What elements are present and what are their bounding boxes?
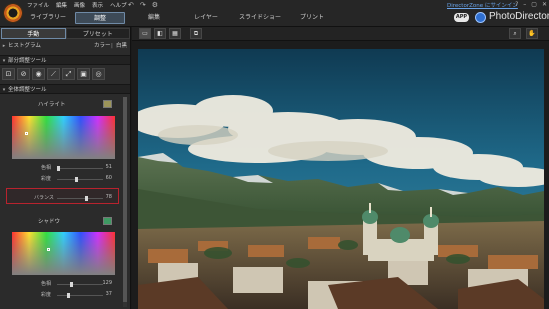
- shadow-color-picker[interactable]: [12, 232, 115, 275]
- balance-label: バランス: [34, 195, 54, 201]
- tab-slideshow[interactable]: スライドショー: [238, 12, 282, 24]
- highlight-hue-handle[interactable]: [57, 166, 60, 171]
- shadow-hue-handle[interactable]: [70, 282, 73, 287]
- collapse-arrow-icon: ▾: [2, 58, 6, 64]
- color-mode-label[interactable]: カラー: [94, 41, 111, 51]
- quick-toolbar: ↶ ↷ ⚙: [128, 0, 158, 9]
- adjustment-panel: 手動 プリセット ▸ ヒストグラム カラー | 白黒 ▾ 部分調整ツール ⊡ ⊘ ◉…: [0, 27, 131, 309]
- highlight-hue-label: 色相: [41, 165, 52, 171]
- scrollbar-thumb[interactable]: [123, 97, 127, 302]
- menu-edit[interactable]: 編集: [56, 1, 67, 9]
- redo-icon[interactable]: ↷: [140, 1, 146, 9]
- highlight-sat-label: 彩度: [41, 176, 52, 182]
- shadow-sat-label: 彩度: [41, 292, 52, 298]
- radial-filter-icon[interactable]: ◎: [92, 68, 105, 80]
- shadow-sat-handle[interactable]: [67, 293, 70, 298]
- expand-arrow-icon: ▸: [2, 43, 6, 49]
- shadow-hue-value: 129: [102, 280, 112, 286]
- minimize-button[interactable]: –: [523, 1, 526, 8]
- hand-icon[interactable]: ✋: [526, 28, 538, 39]
- tab-presets[interactable]: プリセット: [65, 28, 130, 39]
- menu-view[interactable]: 表示: [92, 1, 103, 9]
- highlight-picker-marker[interactable]: [25, 132, 28, 135]
- app-button[interactable]: APP: [454, 13, 469, 22]
- app-logo: [3, 3, 23, 23]
- tab-manual[interactable]: 手動: [1, 28, 66, 39]
- photo-preview[interactable]: [138, 49, 544, 309]
- tab-edit[interactable]: 編集: [139, 12, 169, 24]
- histogram-row[interactable]: ▸ ヒストグラム カラー | 白黒: [0, 41, 130, 51]
- mode-tabs: ライブラリー 調整 編集 レイヤー スライドショー プリント: [27, 12, 427, 24]
- viewer-toolbar: ▭ ◧ ▦ ⧉ ⌕ ✋: [132, 27, 549, 41]
- balance-handle[interactable]: [85, 196, 88, 201]
- tab-print[interactable]: プリント: [297, 12, 327, 24]
- undo-icon[interactable]: ↶: [128, 1, 134, 9]
- tab-adjust[interactable]: 調整: [75, 12, 125, 24]
- spot-removal-icon[interactable]: ⊘: [17, 68, 30, 80]
- close-button[interactable]: ✕: [542, 1, 547, 8]
- red-eye-icon[interactable]: ◉: [32, 68, 45, 80]
- highlight-title: ハイライト: [38, 102, 66, 108]
- photodirector-logo-icon: [475, 12, 486, 23]
- highlight-sat-value: 60: [105, 175, 112, 181]
- window-controls: ? – ▢ ✕: [515, 0, 547, 9]
- panel-tabs: 手動 プリセット: [1, 28, 130, 39]
- directorzone-signin-link[interactable]: DirectorZone にサインイン: [447, 1, 518, 9]
- brush-icon[interactable]: ⟋: [47, 68, 60, 80]
- grid-view-icon[interactable]: ▦: [169, 28, 181, 39]
- fullscreen-icon[interactable]: ⧉: [190, 28, 202, 39]
- title-bar: ファイル 編集 画像 表示 ヘルプ ↶ ↷ ⚙ ライブラリー 調整 編集 レイヤ…: [0, 0, 549, 27]
- crop-icon[interactable]: ⊡: [2, 68, 15, 80]
- highlight-color-swatch[interactable]: [103, 100, 112, 108]
- zoom-icon[interactable]: ⌕: [509, 28, 521, 39]
- shadow-hue-label: 色相: [41, 281, 52, 287]
- shadow-title: シャドウ: [38, 219, 61, 225]
- tab-layers[interactable]: レイヤー: [190, 12, 222, 24]
- balance-value: 78: [105, 194, 112, 200]
- local-tools-header[interactable]: ▾ 部分調整ツール: [0, 55, 130, 65]
- menu-help[interactable]: ヘルプ: [110, 1, 127, 9]
- menu-bar: ファイル 編集 画像 表示 ヘルプ: [27, 1, 127, 9]
- settings-icon[interactable]: ⚙: [152, 1, 158, 9]
- shadow-sat-value: 37: [105, 291, 112, 297]
- local-tools-label: 部分調整ツール: [8, 58, 47, 64]
- highlight-hue-value: 51: [105, 164, 112, 170]
- help-button[interactable]: ?: [515, 1, 518, 8]
- global-tools-label: 全体調整ツール: [8, 87, 47, 93]
- histogram-label: ヒストグラム: [8, 43, 41, 49]
- single-view-icon[interactable]: ▭: [139, 28, 151, 39]
- tab-library[interactable]: ライブラリー: [27, 12, 69, 24]
- highlight-sat-handle[interactable]: [75, 177, 78, 182]
- photo-viewer[interactable]: [132, 41, 549, 309]
- bw-mode-label[interactable]: 白黒: [116, 41, 127, 51]
- compare-icon[interactable]: ◧: [154, 28, 166, 39]
- collapse-arrow-icon: ▾: [2, 87, 6, 93]
- global-tools-header[interactable]: ▾ 全体調整ツール: [0, 84, 130, 94]
- menu-image[interactable]: 画像: [74, 1, 85, 9]
- maximize-button[interactable]: ▢: [531, 1, 537, 8]
- highlight-color-picker[interactable]: [12, 116, 115, 159]
- panel-scrollbar[interactable]: [123, 97, 127, 307]
- shadow-picker-marker[interactable]: [47, 248, 50, 251]
- brand-name: PhotoDirector: [489, 11, 549, 22]
- shadow-color-swatch[interactable]: [103, 217, 112, 225]
- menu-file[interactable]: ファイル: [27, 1, 49, 9]
- local-tool-icons: ⊡ ⊘ ◉ ⟋ ⤢ ▣ ◎: [2, 68, 105, 80]
- landscape-photo: [138, 49, 544, 309]
- graduated-filter-icon[interactable]: ▣: [77, 68, 90, 80]
- gradient-brush-icon[interactable]: ⤢: [62, 68, 75, 80]
